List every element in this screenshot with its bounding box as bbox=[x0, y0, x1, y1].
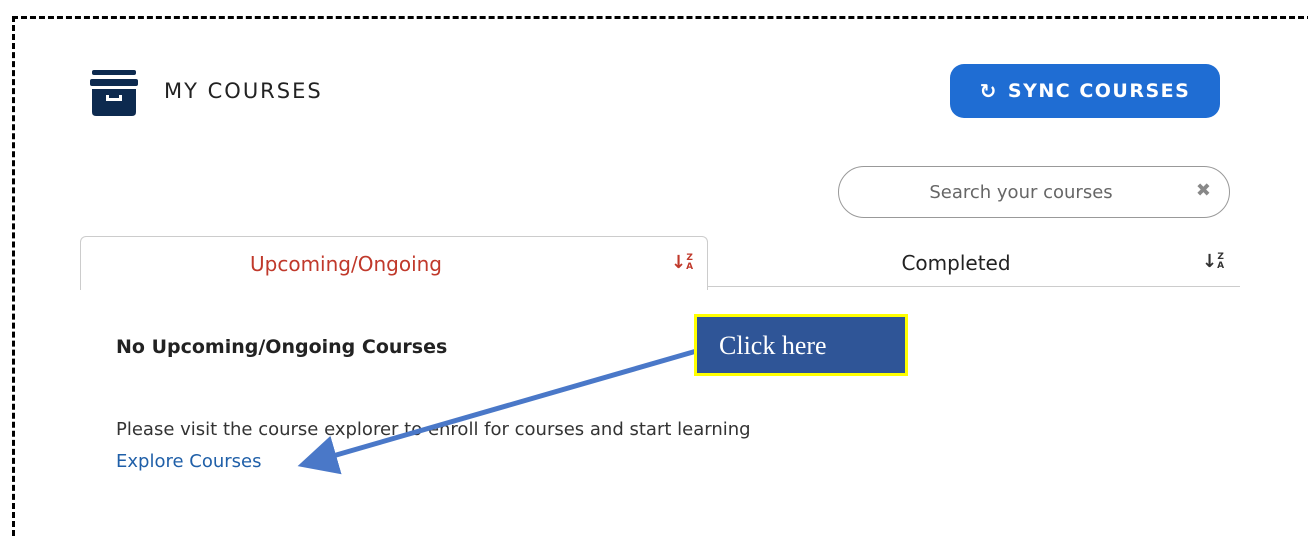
sort-za-icon[interactable]: ↓Z A bbox=[671, 254, 693, 272]
close-icon[interactable]: ✖ bbox=[1196, 180, 1211, 201]
sync-button-label: SYNC COURSES bbox=[1007, 80, 1191, 102]
sort-za-icon[interactable]: ↓Z A bbox=[1202, 253, 1224, 271]
search-box: ✖ bbox=[838, 166, 1230, 218]
empty-state-message: Please visit the course explorer to enro… bbox=[116, 419, 751, 440]
archive-box-icon bbox=[90, 70, 138, 116]
tab-label: Upcoming/Ongoing bbox=[250, 252, 442, 276]
sync-courses-button[interactable]: ↻ SYNC COURSES bbox=[950, 64, 1220, 118]
page-title: MY COURSES bbox=[164, 79, 323, 103]
sync-icon: ↻ bbox=[979, 79, 998, 103]
search-input[interactable] bbox=[859, 167, 1183, 218]
tab-label: Completed bbox=[901, 251, 1011, 275]
empty-state-heading: No Upcoming/Ongoing Courses bbox=[116, 336, 448, 358]
explore-courses-link[interactable]: Explore Courses bbox=[116, 451, 262, 472]
click-here-callout: Click here bbox=[694, 314, 908, 376]
tab-upcoming-ongoing[interactable]: Upcoming/Ongoing ↓Z A bbox=[80, 236, 708, 290]
tab-completed[interactable]: Completed ↓Z A bbox=[708, 236, 1240, 286]
